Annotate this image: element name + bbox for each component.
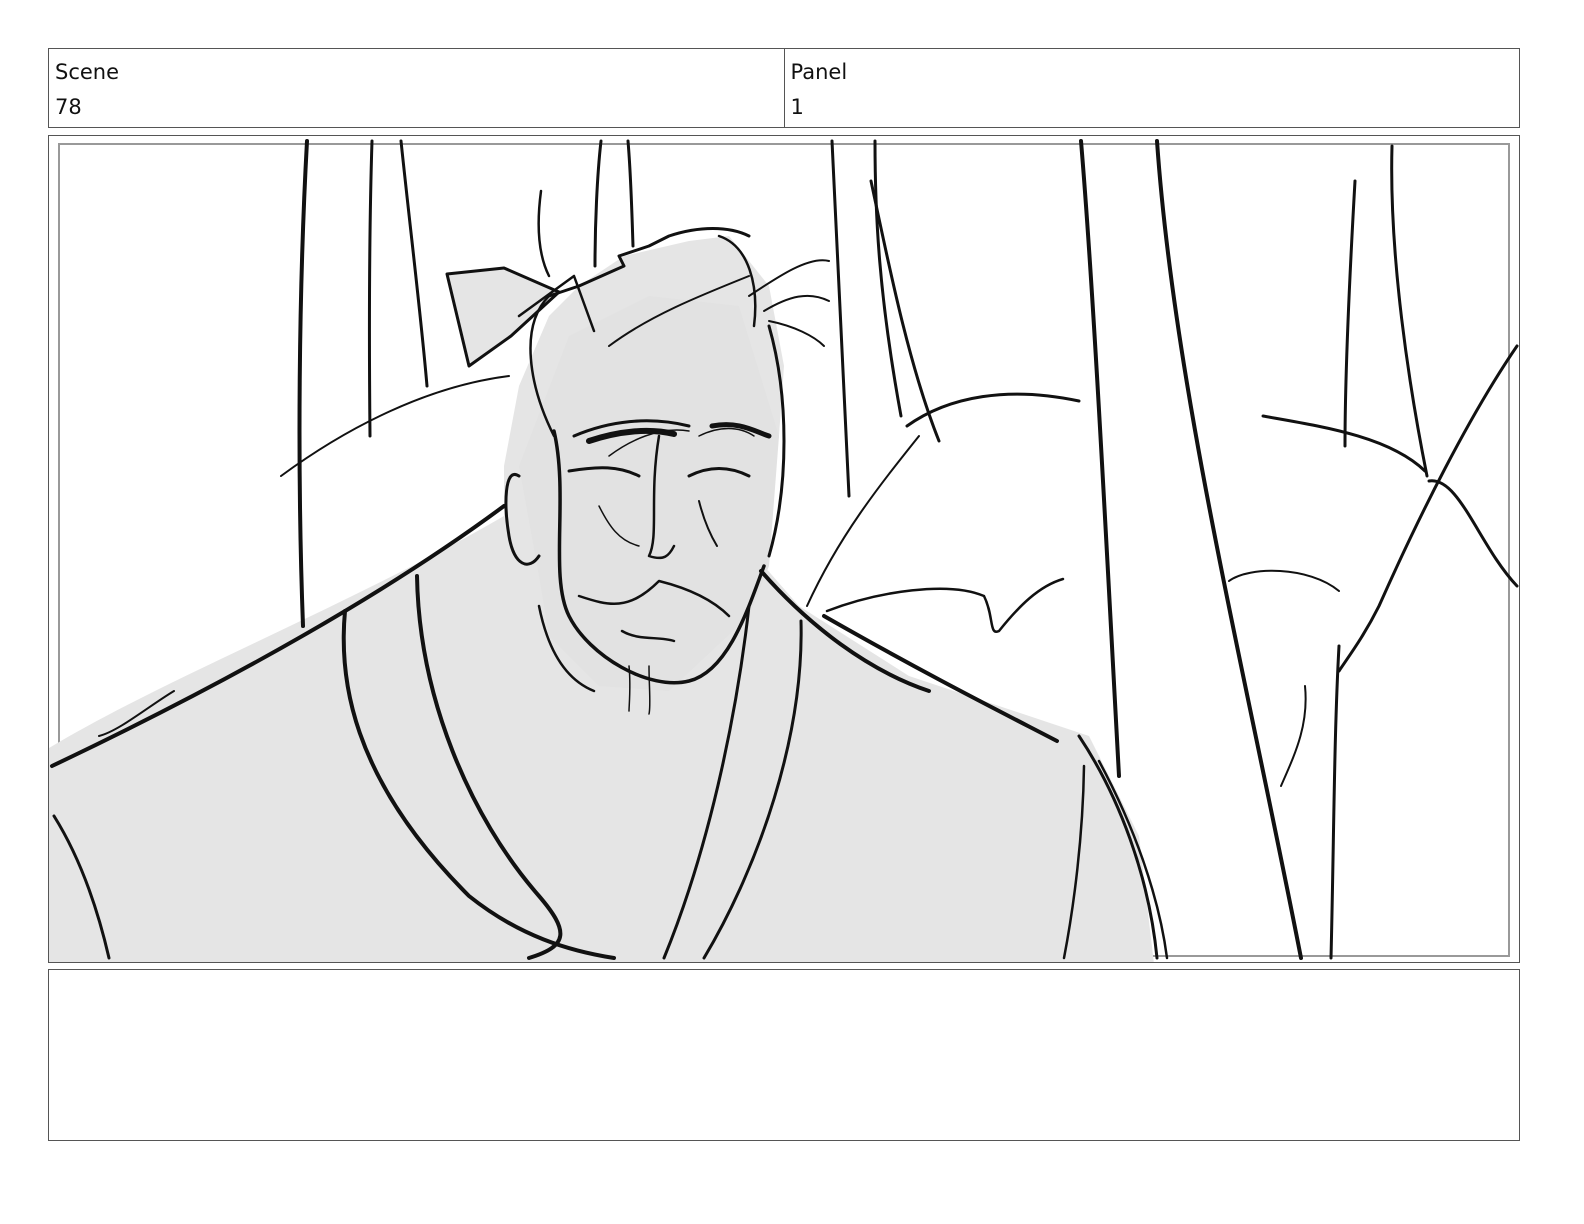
storyboard-sketch bbox=[49, 139, 1519, 962]
panel-notes-box[interactable] bbox=[48, 969, 1520, 1141]
scene-number: 78 bbox=[55, 95, 82, 119]
panel-number: 1 bbox=[790, 95, 804, 119]
panel-header: Scene 78 Panel 1 bbox=[48, 48, 1520, 128]
panel-cell: Panel 1 bbox=[783, 49, 1520, 127]
storyboard-frame bbox=[48, 135, 1520, 963]
scene-label: Scene bbox=[55, 60, 120, 84]
scene-cell: Scene 78 bbox=[49, 49, 784, 127]
panel-label: Panel bbox=[790, 60, 848, 84]
